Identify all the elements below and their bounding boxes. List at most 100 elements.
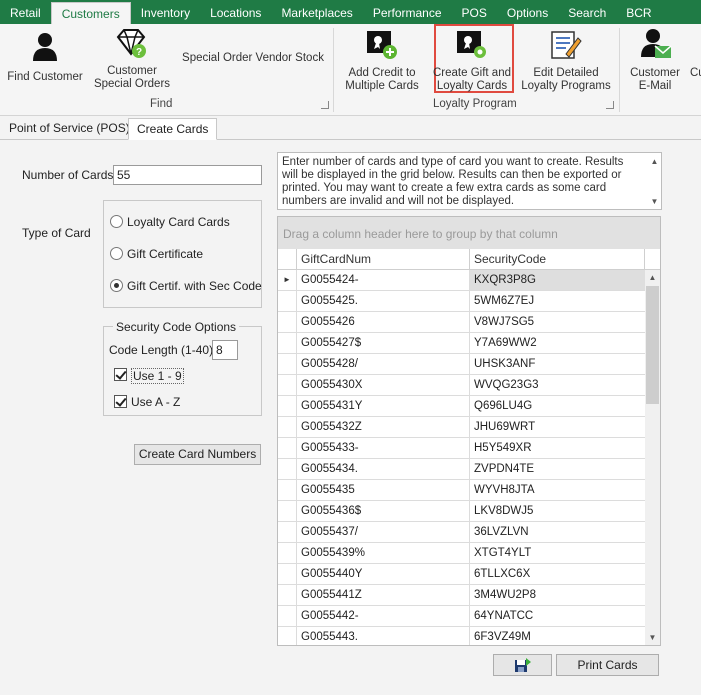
menu-tab-inventory[interactable]: Inventory bbox=[131, 0, 200, 24]
scrollbar-thumb[interactable] bbox=[646, 286, 659, 404]
row-indicator[interactable] bbox=[278, 312, 297, 332]
radio-gift-certificate[interactable] bbox=[110, 247, 123, 260]
cell-securitycode[interactable]: XTGT4YLT bbox=[470, 543, 645, 563]
cell-giftcardnum[interactable]: G0055434. bbox=[297, 459, 470, 479]
cell-giftcardnum[interactable]: G0055437/ bbox=[297, 522, 470, 542]
row-indicator[interactable] bbox=[278, 564, 297, 584]
table-row[interactable]: G0055440Y 6TLLXC6X bbox=[278, 564, 645, 585]
grid-scrollbar[interactable]: ▲ ▼ bbox=[645, 270, 660, 645]
add-credit-multiple-cards-button[interactable]: Add Credit to Multiple Cards bbox=[338, 26, 426, 92]
cell-securitycode[interactable]: 64YNATCC bbox=[470, 606, 645, 626]
cell-giftcardnum[interactable]: G0055435 bbox=[297, 480, 470, 500]
use-1-9-label[interactable]: Use 1 - 9 bbox=[131, 368, 184, 384]
cell-securitycode[interactable]: 5WM6Z7EJ bbox=[470, 291, 645, 311]
radio-loyalty-card[interactable] bbox=[110, 215, 123, 228]
cell-giftcardnum[interactable]: G0055426 bbox=[297, 312, 470, 332]
create-card-numbers-button[interactable]: Create Card Numbers bbox=[134, 444, 261, 465]
menu-tab-pos[interactable]: POS bbox=[452, 0, 497, 24]
tab-point-of-service[interactable]: Point of Service (POS) bbox=[1, 118, 138, 140]
cell-securitycode[interactable]: JHU69WRT bbox=[470, 417, 645, 437]
cell-giftcardnum[interactable]: G0055440Y bbox=[297, 564, 470, 584]
customer-email-button[interactable]: Customer E-Mail bbox=[624, 26, 686, 92]
table-row[interactable]: G0055427$ Y7A69WW2 bbox=[278, 333, 645, 354]
row-indicator[interactable] bbox=[278, 417, 297, 437]
radio-loyalty-card-label[interactable]: Loyalty Card Cards bbox=[127, 215, 230, 229]
row-indicator[interactable] bbox=[278, 459, 297, 479]
cell-giftcardnum[interactable]: G0055432Z bbox=[297, 417, 470, 437]
table-row[interactable]: G0055433- H5Y549XR bbox=[278, 438, 645, 459]
menu-tab-customers[interactable]: Customers bbox=[50, 2, 131, 24]
cell-securitycode[interactable]: Y7A69WW2 bbox=[470, 333, 645, 353]
table-row[interactable]: G0055425. 5WM6Z7EJ bbox=[278, 291, 645, 312]
instructions-scrollbar[interactable]: ▲ ▼ bbox=[648, 154, 660, 208]
cell-giftcardnum[interactable]: G0055433- bbox=[297, 438, 470, 458]
row-indicator[interactable] bbox=[278, 501, 297, 521]
cell-securitycode[interactable]: 3M4WU2P8 bbox=[470, 585, 645, 605]
scroll-down-icon[interactable]: ▼ bbox=[645, 630, 660, 645]
table-row[interactable]: G0055430X WVQG23G3 bbox=[278, 375, 645, 396]
cell-securitycode[interactable]: WVQG23G3 bbox=[470, 375, 645, 395]
row-indicator[interactable] bbox=[278, 354, 297, 374]
edit-detailed-loyalty-programs-button[interactable]: Edit Detailed Loyalty Programs bbox=[518, 26, 614, 92]
table-row[interactable]: G0055439% XTGT4YLT bbox=[278, 543, 645, 564]
radio-gift-certificate-label[interactable]: Gift Certificate bbox=[127, 247, 203, 261]
cell-securitycode[interactable]: UHSK3ANF bbox=[470, 354, 645, 374]
table-row[interactable]: G0055436$ LKV8DWJ5 bbox=[278, 501, 645, 522]
cell-giftcardnum[interactable]: G0055424- bbox=[297, 270, 470, 290]
cell-giftcardnum[interactable]: G0055436$ bbox=[297, 501, 470, 521]
cell-securitycode[interactable]: LKV8DWJ5 bbox=[470, 501, 645, 521]
row-indicator[interactable] bbox=[278, 396, 297, 416]
loyalty-group-launcher-icon[interactable] bbox=[606, 101, 614, 109]
row-indicator[interactable] bbox=[278, 606, 297, 626]
table-row[interactable]: G0055426 V8WJ7SG5 bbox=[278, 312, 645, 333]
cell-giftcardnum[interactable]: G0055430X bbox=[297, 375, 470, 395]
column-header-giftcardnum[interactable]: GiftCardNum bbox=[297, 249, 470, 270]
menu-tab-marketplaces[interactable]: Marketplaces bbox=[271, 0, 362, 24]
cell-giftcardnum[interactable]: G0055441Z bbox=[297, 585, 470, 605]
row-indicator[interactable] bbox=[278, 627, 297, 645]
menu-tab-search[interactable]: Search bbox=[558, 0, 616, 24]
menu-tab-options[interactable]: Options bbox=[497, 0, 558, 24]
table-row[interactable]: G0055434. ZVPDN4TE bbox=[278, 459, 645, 480]
table-row[interactable]: G0055441Z 3M4WU2P8 bbox=[278, 585, 645, 606]
row-indicator[interactable] bbox=[278, 522, 297, 542]
scroll-up-icon[interactable]: ▲ bbox=[647, 154, 662, 169]
cell-securitycode[interactable]: 6TLLXC6X bbox=[470, 564, 645, 584]
use-1-9-checkbox[interactable] bbox=[114, 368, 127, 381]
group-by-panel[interactable]: Drag a column header here to group by th… bbox=[278, 217, 660, 249]
cell-securitycode[interactable]: WYVH8JTA bbox=[470, 480, 645, 500]
table-row[interactable]: ► G0055424- KXQR3P8G bbox=[278, 270, 645, 291]
cell-giftcardnum[interactable]: G0055428/ bbox=[297, 354, 470, 374]
export-button[interactable] bbox=[493, 654, 552, 676]
cell-securitycode[interactable]: H5Y549XR bbox=[470, 438, 645, 458]
table-row[interactable]: G0055437/36LVZLVN bbox=[278, 522, 645, 543]
cell-securitycode[interactable]: V8WJ7SG5 bbox=[470, 312, 645, 332]
current-row-indicator-icon[interactable]: ► bbox=[278, 270, 297, 290]
table-row[interactable]: G0055431Y Q696LU4G bbox=[278, 396, 645, 417]
row-indicator[interactable] bbox=[278, 333, 297, 353]
table-row[interactable]: G0055428/UHSK3ANF bbox=[278, 354, 645, 375]
menu-tab-locations[interactable]: Locations bbox=[200, 0, 271, 24]
cell-securitycode[interactable]: 36LVZLVN bbox=[470, 522, 645, 542]
cell-giftcardnum[interactable]: G0055425. bbox=[297, 291, 470, 311]
row-indicator[interactable] bbox=[278, 291, 297, 311]
cut-off-button[interactable]: Cu bbox=[690, 67, 701, 81]
create-gift-loyalty-cards-button[interactable]: Create Gift and Loyalty Cards bbox=[430, 26, 514, 92]
menu-tab-performance[interactable]: Performance bbox=[363, 0, 452, 24]
print-cards-button[interactable]: Print Cards bbox=[556, 654, 659, 676]
cell-securitycode[interactable]: Q696LU4G bbox=[470, 396, 645, 416]
cell-giftcardnum[interactable]: G0055431Y bbox=[297, 396, 470, 416]
row-indicator[interactable] bbox=[278, 438, 297, 458]
column-header-securitycode[interactable]: SecurityCode bbox=[470, 249, 645, 270]
scroll-up-icon[interactable]: ▲ bbox=[645, 270, 660, 285]
row-indicator[interactable] bbox=[278, 543, 297, 563]
table-row[interactable]: G0055432Z JHU69WRT bbox=[278, 417, 645, 438]
number-of-cards-input[interactable]: 55 bbox=[113, 165, 262, 185]
code-length-input[interactable]: 8 bbox=[212, 340, 238, 360]
use-a-z-label[interactable]: Use A - Z bbox=[131, 395, 180, 409]
cell-giftcardnum[interactable]: G0055427$ bbox=[297, 333, 470, 353]
scroll-down-icon[interactable]: ▼ bbox=[647, 194, 662, 209]
row-indicator[interactable] bbox=[278, 480, 297, 500]
find-customer-button[interactable]: Find Customer bbox=[2, 30, 88, 86]
cell-giftcardnum[interactable]: G0055443. bbox=[297, 627, 470, 645]
